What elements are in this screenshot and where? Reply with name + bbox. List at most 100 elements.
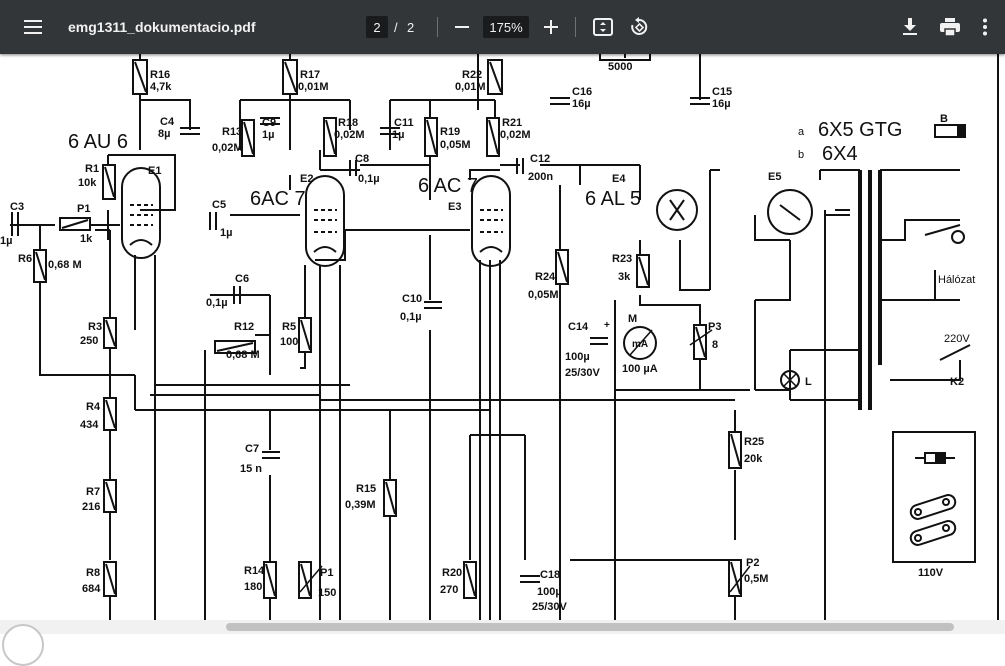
label-c4: C4 [160,116,175,128]
label-c5: C5 [212,199,226,211]
label-r3-val: 250 [80,335,98,347]
fit-to-page-button[interactable] [590,14,616,40]
label-p1-val: 1k [80,233,93,245]
label-r14: R14 [244,565,265,577]
label-c12: C12 [530,153,550,165]
label-r17: R17 [300,69,320,81]
label-tube-e5b: 6X4 [822,143,858,165]
label-r12-val: 0,68 M [226,349,260,361]
label-c6: C6 [235,273,249,285]
label-c18-val: 100µ [537,586,562,598]
label-c18-volt: 25/30V [532,601,568,613]
label-r19-val: 0,05M [440,139,471,151]
label-r4: R4 [86,401,101,413]
label-r18: R18 [338,117,358,129]
label-meter-unit: mA [632,339,648,350]
zoom-in-button[interactable] [538,14,564,40]
more-vert-icon [983,18,987,36]
label-r13: R13 [222,126,242,138]
label-r13-val: 0,02M [212,142,243,154]
document-title: emg1311_dokumentacio.pdf [68,19,256,35]
label-r19: R19 [440,126,460,138]
label-r5: R5 [282,321,296,333]
label-c10: C10 [402,293,422,305]
label-p2: P2 [746,557,759,569]
hamburger-menu-icon[interactable] [20,14,46,40]
label-c10-val: 0,1µ [400,311,422,323]
label-tube-e4: 6 AL 5 [585,188,641,210]
label-c11: C11 [394,117,414,129]
label-p1: P1 [77,203,90,215]
label-e1: E1 [148,165,161,177]
rotate-icon [631,17,648,35]
download-icon [903,18,917,35]
zoom-out-button[interactable] [449,14,475,40]
label-p1b-val: 150 [318,587,336,599]
label-lamp: L [805,376,812,388]
print-button[interactable] [937,14,963,40]
label-e2: E2 [300,173,313,185]
label-tube-e3: 6 AC 7 [418,175,478,197]
more-options-button[interactable] [972,14,998,40]
label-meter: M [628,313,637,325]
label-c14-val: 100µ [565,351,590,363]
label-r6: R6 [18,253,32,265]
label-r15: R15 [356,483,376,495]
label-r8: R8 [86,567,100,579]
label-r25-val: 20k [744,453,763,465]
label-r8-val: 684 [82,583,101,595]
download-button[interactable] [897,14,923,40]
label-r5-val: 100 [280,336,298,348]
print-icon [940,18,960,36]
label-r3: R3 [88,321,102,333]
label-tube-e1: 6 AU 6 [68,131,128,153]
label-r16: R16 [150,69,170,81]
label-c14: C14 [568,321,589,333]
current-page-input[interactable]: 2 [366,16,388,38]
label-r22-val: 0,01M [455,81,486,93]
label-e3: E3 [448,201,461,213]
zoom-level-input[interactable]: 175% [483,16,529,38]
label-r23: R23 [612,253,632,265]
label-c7: C7 [245,443,259,455]
scrollbar-thumb[interactable] [226,623,954,631]
fit-to-page-icon [593,18,613,36]
toolbar-divider [437,17,438,37]
pdf-page-viewport[interactable]: R16 4,7k R17 0,01M R22 0,01M 5000 C16 16… [0,54,1005,620]
label-r1-val: 10k [78,177,97,189]
label-p3-val: 8 [712,339,718,351]
rotate-button[interactable] [626,14,652,40]
horizontal-scrollbar[interactable] [0,620,1005,634]
label-c4-val: 8µ [158,128,170,140]
toolbar-divider [575,17,576,37]
label-r17-val: 0,01M [298,81,329,93]
label-r21-val: 0,02M [500,129,531,141]
label-switch: K2 [950,376,964,388]
label-c9: C9 [262,117,276,129]
label-p3: P3 [708,321,721,333]
label-c3: C3 [10,201,24,213]
label-p2-val: 0,5M [744,573,768,585]
label-r20: R20 [442,567,462,579]
label-e5: E5 [768,171,781,183]
label-meter-val: 100 µA [622,363,658,375]
label-c14-volt: 25/30V [565,367,601,379]
label-r18-val: 0,02M [334,129,365,141]
label-r6-val: 0,68 M [48,259,82,271]
label-c5-val: 1µ [220,227,232,239]
label-prefix-b: b [798,149,804,161]
label-r12: R12 [234,321,254,333]
label-c-top: 5000 [608,61,632,73]
page-separator: / [394,19,398,35]
label-r24: R24 [535,271,556,283]
pdf-viewer-toolbar: emg1311_dokumentacio.pdf 2 / 2 175% [0,0,1005,54]
label-r21: R21 [502,117,522,129]
label-r7: R7 [86,486,100,498]
corner-round-button[interactable] [2,624,44,666]
circuit-schematic: R16 4,7k R17 0,01M R22 0,01M 5000 C16 16… [0,54,999,620]
label-r15-val: 0,39M [345,499,376,511]
label-r7-val: 216 [82,501,100,513]
label-mains: Hálózat [938,274,975,286]
label-c15-val: 16µ [712,98,731,110]
label-c6-val: 0,1µ [206,297,228,309]
